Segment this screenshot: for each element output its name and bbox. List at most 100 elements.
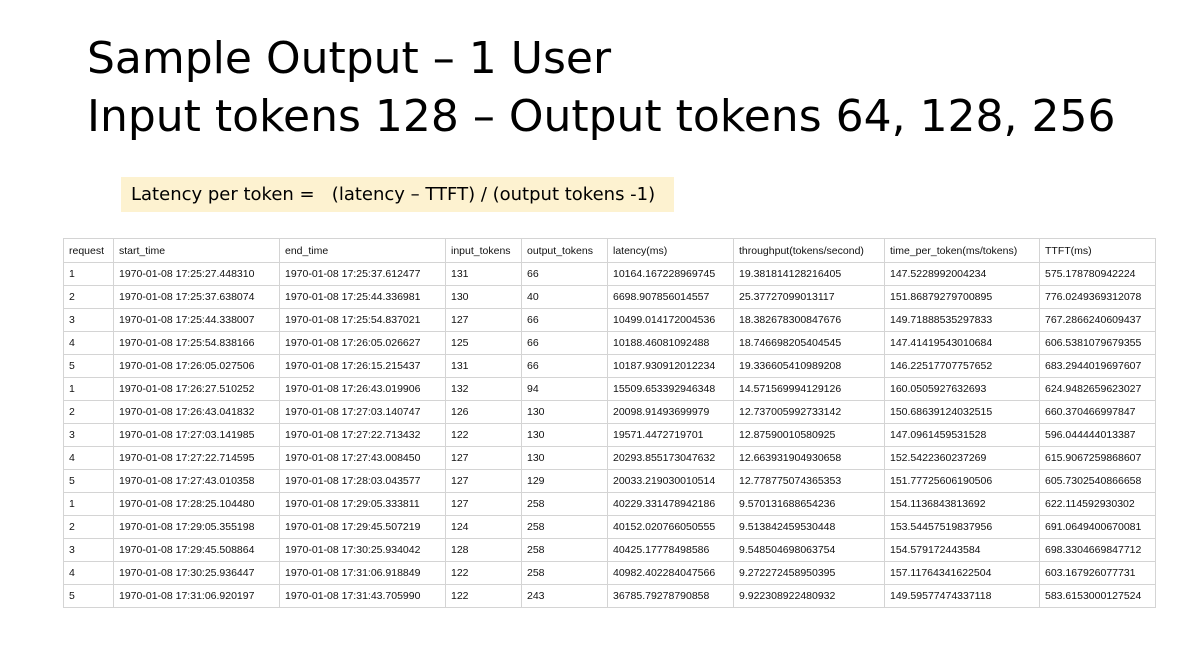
table-cell: 14.571569994129126 (733, 377, 885, 401)
table-cell: 1970-01-08 17:29:45.508864 (113, 538, 280, 562)
table-cell: 1970-01-08 17:31:06.920197 (113, 584, 280, 608)
table-cell: 1 (63, 377, 114, 401)
table-cell: 9.513842459530448 (733, 515, 885, 539)
table-cell: 40982.402284047566 (607, 561, 734, 585)
table-cell: 130 (521, 446, 608, 470)
table-row: 2 1970-01-08 17:25:37.638074 1970-01-08 17… (63, 285, 1156, 309)
table-cell: 2 (63, 285, 114, 309)
table-cell: 147.0961459531528 (884, 423, 1040, 447)
table-cell: 151.86879279700895 (884, 285, 1040, 309)
table-cell: 683.2944019697607 (1039, 354, 1156, 378)
table-cell: 243 (521, 584, 608, 608)
table-cell: 4 (63, 446, 114, 470)
table-cell: 1970-01-08 17:26:43.019906 (279, 377, 446, 401)
table-cell: 18.382678300847676 (733, 308, 885, 332)
table-cell: 3 (63, 308, 114, 332)
table-cell: 149.59577474337118 (884, 584, 1040, 608)
table-cell: 124 (445, 515, 522, 539)
table-cell: 153.54457519837956 (884, 515, 1040, 539)
table-cell: 3 (63, 423, 114, 447)
table-cell: 19571.4472719701 (607, 423, 734, 447)
table-row: 4 1970-01-08 17:27:22.714595 1970-01-08 17… (63, 446, 1156, 470)
table-cell: 1970-01-08 17:30:25.934042 (279, 538, 446, 562)
table-cell: 258 (521, 492, 608, 516)
table-cell: 132 (445, 377, 522, 401)
table-cell: 583.6153000127524 (1039, 584, 1156, 608)
table-row: 5 1970-01-08 17:27:43.010358 1970-01-08 17… (63, 469, 1156, 493)
table-cell: 66 (521, 262, 608, 286)
table-cell: 10188.46081092488 (607, 331, 734, 355)
table-row: 1 1970-01-08 17:26:27.510252 1970-01-08 17… (63, 377, 1156, 401)
table-cell: 131 (445, 354, 522, 378)
table-cell: 1970-01-08 17:28:25.104480 (113, 492, 280, 516)
table-cell: 128 (445, 538, 522, 562)
table-row: 4 1970-01-08 17:25:54.838166 1970-01-08 17… (63, 331, 1156, 355)
column-header: input_tokens (445, 238, 522, 263)
table-cell: 2 (63, 515, 114, 539)
table-cell: 10499.014172004536 (607, 308, 734, 332)
table-cell: 151.77725606190506 (884, 469, 1040, 493)
table-cell: 131 (445, 262, 522, 286)
table-row: 2 1970-01-08 17:26:43.041832 1970-01-08 17… (63, 400, 1156, 424)
table-cell: 615.9067259868607 (1039, 446, 1156, 470)
table-cell: 150.68639124032515 (884, 400, 1040, 424)
table-cell: 12.87590010580925 (733, 423, 885, 447)
table-cell: 1970-01-08 17:27:03.141985 (113, 423, 280, 447)
table-cell: 19.381814128216405 (733, 262, 885, 286)
table-row: 5 1970-01-08 17:26:05.027506 1970-01-08 17… (63, 354, 1156, 378)
table-cell: 146.22517707757652 (884, 354, 1040, 378)
results-table: request start_time end_time input_tokens… (63, 238, 1156, 608)
table-cell: 698.3304669847712 (1039, 538, 1156, 562)
table-cell: 1970-01-08 17:25:54.837021 (279, 308, 446, 332)
table-cell: 9.570131688654236 (733, 492, 885, 516)
table-cell: 149.71888535297833 (884, 308, 1040, 332)
table-cell: 1970-01-08 17:26:05.026627 (279, 331, 446, 355)
table-cell: 12.663931904930658 (733, 446, 885, 470)
table-cell: 160.0505927632693 (884, 377, 1040, 401)
table-cell: 258 (521, 561, 608, 585)
slide-title-line2: Input tokens 128 – Output tokens 64, 128… (87, 91, 1116, 142)
table-cell: 258 (521, 538, 608, 562)
table-cell: 9.922308922480932 (733, 584, 885, 608)
table-cell: 154.1136843813692 (884, 492, 1040, 516)
table-cell: 66 (521, 354, 608, 378)
table-cell: 1970-01-08 17:25:37.612477 (279, 262, 446, 286)
table-cell: 147.5228992004234 (884, 262, 1040, 286)
table-cell: 12.778775074365353 (733, 469, 885, 493)
table-cell: 157.11764341622504 (884, 561, 1040, 585)
table-cell: 1970-01-08 17:25:44.336981 (279, 285, 446, 309)
column-header: latency(ms) (607, 238, 734, 263)
table-cell: 596.044444013387 (1039, 423, 1156, 447)
table-cell: 606.5381079679355 (1039, 331, 1156, 355)
table-cell: 147.41419543010684 (884, 331, 1040, 355)
table-cell: 1970-01-08 17:30:25.936447 (113, 561, 280, 585)
table-cell: 776.0249369312078 (1039, 285, 1156, 309)
table-cell: 1970-01-08 17:26:15.215437 (279, 354, 446, 378)
table-cell: 20033.219030010514 (607, 469, 734, 493)
column-header: output_tokens (521, 238, 608, 263)
table-cell: 1970-01-08 17:31:06.918849 (279, 561, 446, 585)
column-header: TTFT(ms) (1039, 238, 1156, 263)
table-cell: 603.167926077731 (1039, 561, 1156, 585)
table-cell: 5 (63, 354, 114, 378)
table-cell: 129 (521, 469, 608, 493)
table-cell: 12.737005992733142 (733, 400, 885, 424)
table-cell: 1970-01-08 17:28:03.043577 (279, 469, 446, 493)
table-cell: 622.114592930302 (1039, 492, 1156, 516)
table-cell: 40 (521, 285, 608, 309)
table-cell: 1970-01-08 17:27:22.713432 (279, 423, 446, 447)
slide-title: Sample Output – 1 User Input tokens 128 … (87, 30, 1116, 146)
table-cell: 1970-01-08 17:27:43.010358 (113, 469, 280, 493)
table-cell: 20293.855173047632 (607, 446, 734, 470)
table-cell: 10187.930912012234 (607, 354, 734, 378)
table-cell: 122 (445, 423, 522, 447)
table-row: 2 1970-01-08 17:29:05.355198 1970-01-08 17… (63, 515, 1156, 539)
table-cell: 40425.17778498586 (607, 538, 734, 562)
table-cell: 258 (521, 515, 608, 539)
table-cell: 20098.91493699979 (607, 400, 734, 424)
table-cell: 125 (445, 331, 522, 355)
table-cell: 127 (445, 469, 522, 493)
table-cell: 1970-01-08 17:29:45.507219 (279, 515, 446, 539)
table-row: 3 1970-01-08 17:25:44.338007 1970-01-08 17… (63, 308, 1156, 332)
table-row: 3 1970-01-08 17:27:03.141985 1970-01-08 17… (63, 423, 1156, 447)
